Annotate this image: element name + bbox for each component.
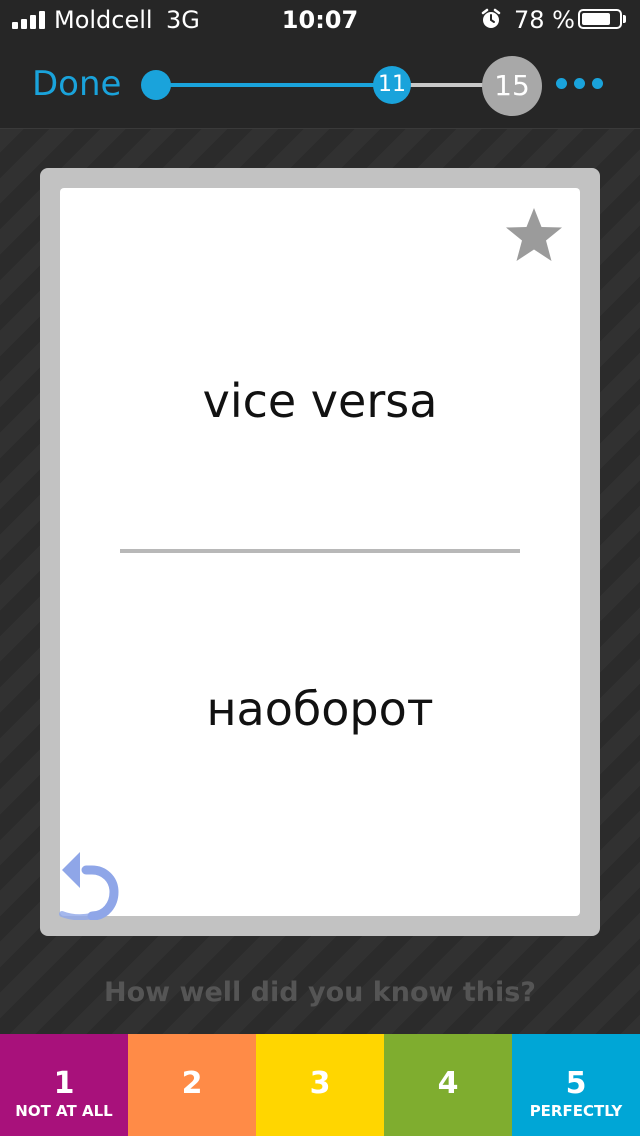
card-divider	[120, 549, 520, 553]
rating-bar: 1 NOT AT ALL 2 3 4 5 PERFECTLY	[0, 1034, 640, 1136]
nav-bar: Done 11 15	[0, 40, 640, 129]
flashcard[interactable]: vice versa наоборот	[59, 188, 580, 920]
rate-3-number: 3	[309, 1066, 331, 1101]
rate-1-number: 1	[53, 1066, 75, 1101]
rate-2-number: 2	[181, 1066, 203, 1101]
rate-5-button[interactable]: 5 PERFECTLY	[512, 1034, 640, 1136]
rate-1-button[interactable]: 1 NOT AT ALL	[0, 1034, 128, 1136]
flashcard-frame: vice versa наоборот	[40, 168, 600, 936]
battery-level	[582, 13, 610, 25]
rate-5-number: 5	[565, 1066, 587, 1101]
flip-back-icon[interactable]	[58, 852, 120, 920]
more-dots-icon[interactable]	[556, 76, 606, 92]
rate-1-label: NOT AT ALL	[15, 1102, 113, 1120]
rating-question: How well did you know this?	[104, 977, 536, 1008]
progress-track-filled	[156, 83, 392, 87]
rate-4-button[interactable]: 4	[384, 1034, 512, 1136]
rate-4-number: 4	[437, 1066, 459, 1101]
rate-2-button[interactable]: 2	[128, 1034, 256, 1136]
rate-5-label: PERFECTLY	[529, 1102, 623, 1120]
alarm-icon	[481, 8, 501, 28]
total-cards-indicator: 15	[482, 56, 542, 116]
battery-icon	[578, 9, 622, 29]
status-bar: Moldcell 3G 10:07 78 %	[0, 0, 640, 40]
star-icon[interactable]	[504, 206, 564, 264]
card-term: vice versa	[202, 374, 438, 428]
battery-tip	[623, 15, 626, 23]
card-definition: наоборот	[206, 682, 434, 736]
progress-start-knob[interactable]	[141, 70, 171, 100]
done-button[interactable]: Done	[32, 64, 121, 104]
battery-percent: 78 %	[514, 6, 575, 34]
rate-3-button[interactable]: 3	[256, 1034, 384, 1136]
current-card-indicator[interactable]: 11	[373, 66, 411, 104]
